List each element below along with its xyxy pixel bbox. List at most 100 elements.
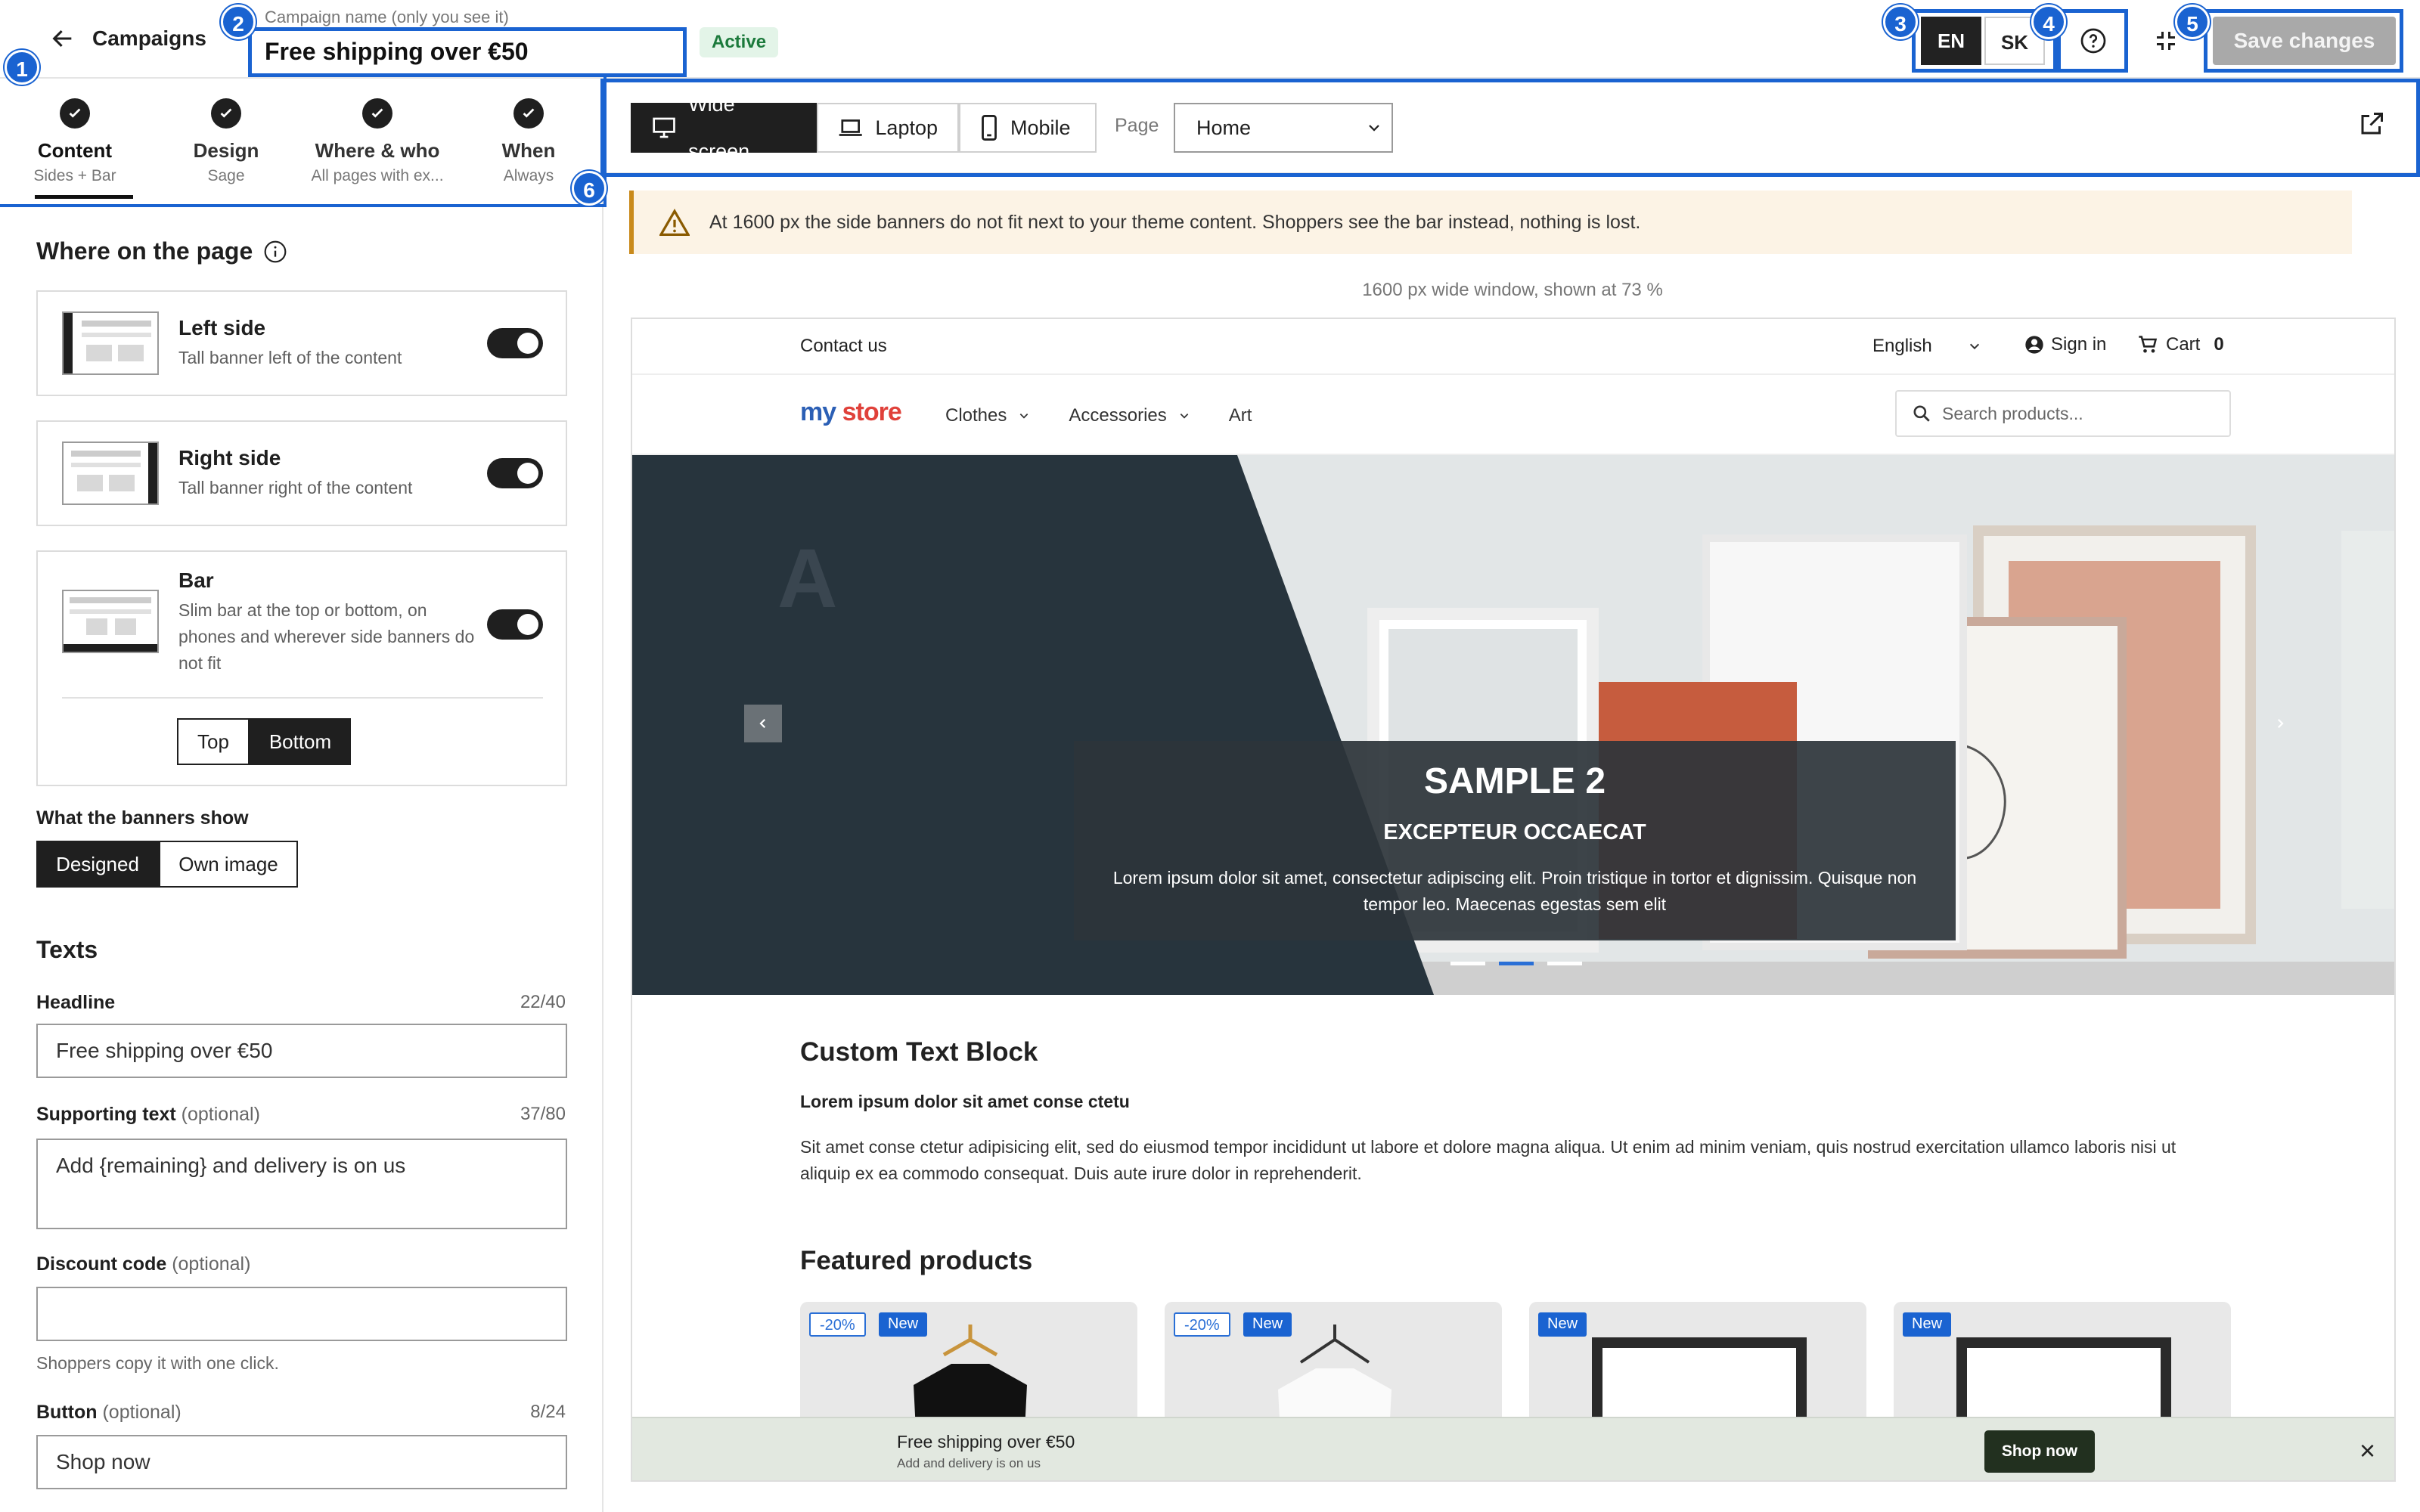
device-wide-screen-button[interactable]: Wide screen: [631, 93, 817, 163]
warning-banner: At 1600 px the side banners do not fit n…: [629, 191, 2352, 254]
discount-code-input[interactable]: [36, 1287, 567, 1341]
headline-input[interactable]: Free shipping over €50: [36, 1024, 567, 1078]
bar-position-bottom-button[interactable]: Bottom: [250, 718, 351, 765]
left-side-toggle[interactable]: [487, 328, 543, 358]
slider-prev-button[interactable]: [744, 705, 782, 742]
chevron-down-icon: [1969, 343, 1979, 350]
sign-in-label: Sign in: [2051, 334, 2107, 355]
discount-code-label-text: Discount code: [36, 1253, 167, 1275]
custom-block-title: Custom Text Block: [800, 1037, 1038, 1067]
store-preview: Contact us English Sign in Cart 0 my sto…: [631, 318, 2396, 1482]
settings-panel: Content Sides + Bar Design Sage Where & …: [0, 79, 603, 1512]
mobile-icon: [982, 115, 997, 141]
tab-where-who[interactable]: Where & who All pages with ex...: [306, 98, 449, 185]
check-icon: [60, 98, 90, 129]
help-icon: [2080, 28, 2106, 54]
chevron-down-icon: [1369, 125, 1379, 132]
preview-note: 1600 px wide window, shown at 73 %: [1362, 280, 1663, 300]
tab-design-summary: Sage: [207, 167, 245, 184]
store-search-input[interactable]: Search products...: [1895, 390, 2231, 437]
store-language-select[interactable]: English: [1872, 336, 1982, 357]
cart-count: 0: [2214, 334, 2224, 355]
divider: [62, 697, 543, 699]
button-label-text: Button: [36, 1402, 98, 1423]
supporting-text-label-text: Supporting text: [36, 1104, 176, 1125]
page-label: Page: [1115, 115, 1159, 136]
device-mobile-button[interactable]: Mobile: [959, 103, 1097, 153]
right-side-thumbnail-icon: [62, 442, 159, 505]
warning-icon: [659, 209, 690, 236]
right-side-title: Right side: [178, 446, 281, 469]
monitor-icon: [653, 117, 675, 138]
tab-design-label: Design: [193, 139, 259, 162]
custom-block-lead: Lorem ipsum dolor sit amet conse ctetu: [800, 1092, 1130, 1111]
slider-dot-1[interactable]: [1450, 962, 1485, 965]
menu-accessories[interactable]: Accessories: [1069, 405, 1190, 426]
chevron-down-icon: [1020, 414, 1028, 419]
new-badge: New: [1903, 1312, 1952, 1337]
collapse-icon: [2157, 32, 2175, 50]
menu-art[interactable]: Art: [1229, 405, 1252, 426]
own-image-button[interactable]: Own image: [159, 841, 298, 888]
store-logo[interactable]: my store: [800, 398, 902, 427]
tab-when[interactable]: When Always: [457, 98, 600, 185]
bar-description: Slim bar at the top or bottom, on phones…: [178, 600, 475, 673]
language-en-button[interactable]: EN: [1921, 17, 1981, 65]
info-icon[interactable]: [263, 240, 287, 264]
slider-next-button[interactable]: [2261, 705, 2299, 742]
button-text-input[interactable]: Shop now: [36, 1435, 567, 1489]
page-select[interactable]: Home: [1174, 103, 1393, 153]
hero-caption: SAMPLE 2 EXCEPTEUR OCCAECAT Lorem ipsum …: [1074, 741, 1956, 940]
device-laptop-button[interactable]: Laptop: [817, 103, 959, 153]
right-side-description: Tall banner right of the content: [178, 478, 413, 497]
save-changes-button[interactable]: Save changes: [2213, 17, 2396, 65]
left-side-thumbnail-icon: [62, 311, 159, 375]
slider-dot-3[interactable]: [1547, 962, 1582, 965]
bar-toggle[interactable]: [487, 609, 543, 640]
cart-link[interactable]: Cart 0: [2137, 334, 2224, 355]
hero-subtitle: EXCEPTEUR OCCAECAT: [1383, 820, 1646, 844]
sign-in-link[interactable]: Sign in: [2024, 334, 2106, 355]
campaign-name-input[interactable]: Free shipping over €50: [265, 38, 529, 66]
callout-marker-5: 5: [2175, 5, 2210, 39]
tab-content-label: Content: [37, 139, 113, 162]
page-select-value: Home: [1196, 116, 1252, 139]
promo-bar-shop-button[interactable]: Shop now: [1984, 1430, 2095, 1473]
check-icon: [513, 98, 544, 129]
bar-thumbnail-icon: [62, 590, 159, 653]
open-external-button[interactable]: [2358, 110, 2385, 141]
external-link-icon: [2361, 113, 2383, 135]
new-badge: New: [1538, 1312, 1587, 1337]
featured-products-title: Featured products: [800, 1246, 1033, 1275]
left-side-option: Left side Tall banner left of the conten…: [36, 290, 567, 396]
custom-block-body: Sit amet conse ctetur adipisicing elit, …: [800, 1137, 2176, 1183]
back-to-campaigns-link[interactable]: Campaigns: [50, 26, 206, 51]
device-wide-screen-label: Wide screen: [688, 93, 750, 163]
cart-label: Cart: [2166, 334, 2201, 355]
contact-us-link[interactable]: Contact us: [800, 336, 887, 357]
supporting-text-textarea[interactable]: Add {remaining} and delivery is on us: [36, 1139, 567, 1229]
right-side-toggle[interactable]: [487, 458, 543, 488]
slider-dot-2[interactable]: [1499, 962, 1534, 965]
designed-button[interactable]: Designed: [36, 841, 159, 888]
check-icon: [211, 98, 241, 129]
headline-label: Headline: [36, 992, 116, 1013]
search-icon: [1913, 405, 1930, 422]
help-button[interactable]: [2074, 21, 2113, 60]
menu-clothes-label: Clothes: [945, 405, 1007, 426]
callout-marker-4: 4: [2031, 5, 2066, 39]
left-side-description: Tall banner left of the content: [178, 348, 402, 367]
promo-bar-close-button[interactable]: ×: [2360, 1435, 2375, 1467]
hero-slider: A SAMPLE 2 EXCEPTEUR OCCAECAT Lorem ipsu…: [632, 455, 2394, 995]
bar-position-top-button[interactable]: Top: [177, 718, 250, 765]
chevron-left-icon: [759, 718, 766, 729]
menu-clothes[interactable]: Clothes: [945, 405, 1031, 426]
tab-content[interactable]: Content Sides + Bar: [3, 98, 147, 185]
callout-marker-6: 6: [572, 171, 607, 206]
tab-design[interactable]: Design Sage: [154, 98, 298, 185]
headline-count: 22/40: [520, 992, 566, 1012]
device-laptop-label: Laptop: [875, 116, 938, 139]
button-optional: (optional): [102, 1402, 182, 1423]
supporting-text-optional: (optional): [181, 1104, 260, 1125]
promo-bar-headline: Free shipping over €50: [897, 1432, 1075, 1452]
